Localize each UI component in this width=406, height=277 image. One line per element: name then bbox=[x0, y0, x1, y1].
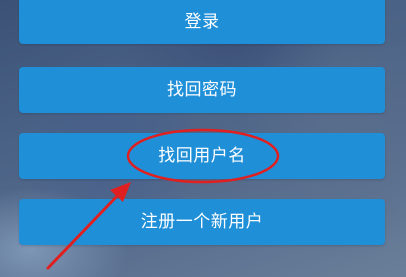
highlight-ellipse bbox=[126, 128, 280, 184]
annotation-overlay bbox=[46, 128, 280, 270]
pointer-arrow-shaft bbox=[46, 191, 122, 270]
